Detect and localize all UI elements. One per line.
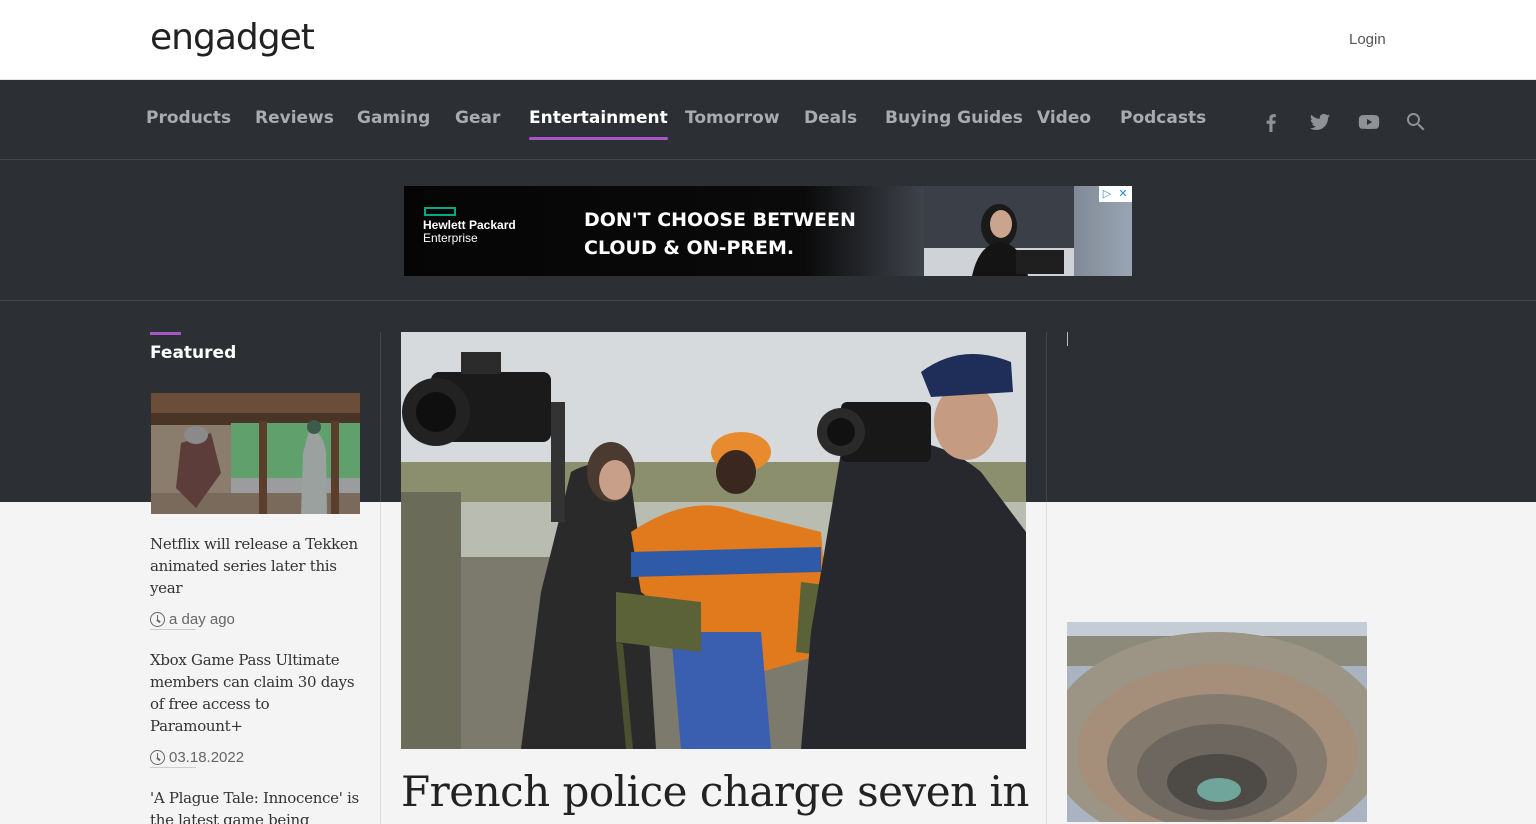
story-title[interactable]: 'A Plague Tale: Innocence' is the latest… bbox=[150, 787, 360, 824]
story-title[interactable]: Xbox Game Pass Ultimate members can clai… bbox=[150, 649, 360, 737]
search-icon[interactable] bbox=[1404, 110, 1428, 134]
story-timestamp: 03.18.2022 bbox=[150, 749, 360, 766]
hpe-ad-banner[interactable]: Hewlett Packard Enterprise DON'T CHOOSE … bbox=[404, 186, 1132, 276]
featured-heading: Featured bbox=[150, 343, 237, 363]
adchoices-icon[interactable]: ▷ bbox=[1099, 186, 1115, 202]
nav-item-entertainment[interactable]: Entertainment bbox=[529, 108, 668, 140]
story-timestamp: a day ago bbox=[150, 611, 360, 628]
column-divider bbox=[1046, 332, 1047, 502]
featured-story[interactable]: 'A Plague Tale: Innocence' is the latest… bbox=[150, 787, 360, 824]
sidebar-story-image[interactable] bbox=[1067, 622, 1367, 822]
hero-image[interactable] bbox=[401, 332, 1026, 749]
ad-person-image bbox=[924, 186, 1074, 276]
twitter-icon[interactable] bbox=[1308, 110, 1332, 134]
nav-item-products[interactable]: Products bbox=[146, 108, 231, 128]
column-divider bbox=[380, 502, 381, 824]
clock-icon bbox=[150, 750, 165, 765]
ad-choices[interactable]: ▷ ✕ bbox=[1099, 186, 1132, 202]
ad-placeholder-marker bbox=[1067, 332, 1068, 346]
nav-item-reviews[interactable]: Reviews bbox=[255, 108, 334, 128]
column-divider bbox=[1046, 502, 1047, 824]
story-title[interactable]: Netflix will release a Tekken animated s… bbox=[150, 533, 360, 599]
story-divider bbox=[150, 629, 196, 630]
ad-row: Hewlett Packard Enterprise DON'T CHOOSE … bbox=[0, 161, 1536, 301]
ad-brand-line2: Enterprise bbox=[423, 231, 478, 245]
main-nav: Products Reviews Gaming Gear Entertainme… bbox=[0, 80, 1536, 160]
youtube-icon[interactable] bbox=[1357, 110, 1381, 134]
login-link[interactable]: Login bbox=[1349, 31, 1386, 48]
nav-item-video[interactable]: Video bbox=[1037, 108, 1091, 128]
featured-story[interactable]: Xbox Game Pass Ultimate members can clai… bbox=[150, 649, 360, 766]
main-headline[interactable]: French police charge seven in bbox=[401, 766, 1041, 818]
clock-icon bbox=[150, 612, 165, 627]
nav-item-tomorrow[interactable]: Tomorrow bbox=[685, 108, 780, 128]
ad-headline: DON'T CHOOSE BETWEEN CLOUD & ON-PREM. bbox=[584, 209, 856, 259]
story-time-text: 03.18.2022 bbox=[169, 749, 245, 766]
nav-item-buying-guides[interactable]: Buying Guides bbox=[885, 108, 1023, 128]
story-divider bbox=[150, 767, 196, 768]
nav-item-gear[interactable]: Gear bbox=[455, 108, 500, 128]
ad-close-icon[interactable]: ✕ bbox=[1115, 186, 1131, 202]
nav-item-gaming[interactable]: Gaming bbox=[357, 108, 430, 128]
featured-story[interactable]: Netflix will release a Tekken animated s… bbox=[150, 533, 360, 628]
top-header: engadget Login bbox=[0, 0, 1536, 80]
hpe-logo bbox=[424, 207, 456, 216]
featured-thumbnail[interactable] bbox=[151, 393, 360, 514]
featured-accent-bar bbox=[150, 332, 181, 335]
facebook-icon[interactable] bbox=[1259, 110, 1283, 134]
engadget-logo[interactable]: engadget bbox=[150, 18, 315, 58]
nav-item-podcasts[interactable]: Podcasts bbox=[1120, 108, 1206, 128]
nav-item-deals[interactable]: Deals bbox=[804, 108, 857, 128]
column-divider bbox=[380, 332, 381, 502]
story-time-text: a day ago bbox=[169, 611, 235, 628]
